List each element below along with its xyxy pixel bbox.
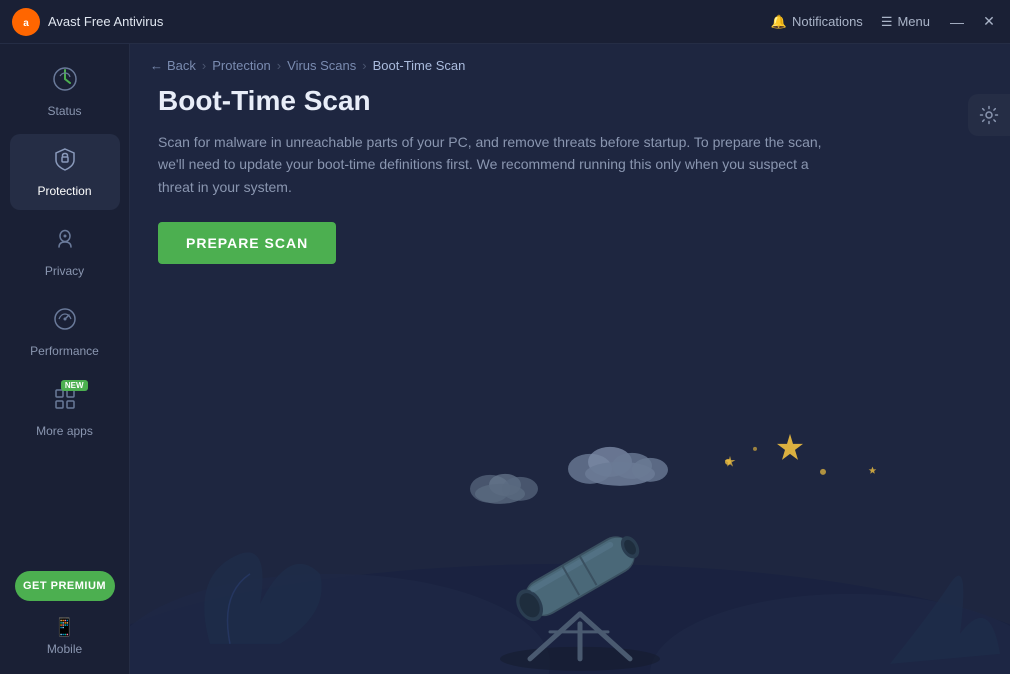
- titlebar: a Avast Free Antivirus 🔔 Notifications ☰…: [0, 0, 1010, 44]
- titlebar-right: 🔔 Notifications ☰ Menu — ✕: [771, 13, 998, 30]
- sidebar-item-performance[interactable]: Performance: [10, 294, 120, 370]
- sidebar-item-protection[interactable]: Protection: [10, 134, 120, 210]
- breadcrumb-protection[interactable]: Protection: [212, 58, 271, 73]
- close-button[interactable]: ✕: [980, 13, 998, 30]
- window-controls: — ✕: [948, 13, 998, 30]
- sidebar: Status Protection Privacy: [0, 44, 130, 674]
- content-area: ← Back › Protection › Virus Scans › Boot…: [130, 44, 1010, 674]
- settings-gear-button[interactable]: [968, 94, 1010, 136]
- sidebar-protection-label: Protection: [37, 184, 91, 198]
- sidebar-item-more-apps[interactable]: NEW More apps: [10, 374, 120, 450]
- bell-icon: 🔔: [771, 14, 787, 30]
- sidebar-status-label: Status: [47, 104, 81, 118]
- sidebar-more-apps-label: More apps: [36, 424, 93, 438]
- page-description: Scan for malware in unreachable parts of…: [158, 131, 838, 198]
- notifications-button[interactable]: 🔔 Notifications: [771, 14, 863, 30]
- get-premium-button[interactable]: GET PREMIUM: [15, 571, 115, 601]
- breadcrumb-sep-2: ›: [277, 58, 281, 73]
- breadcrumb-virus-scans[interactable]: Virus Scans: [287, 58, 356, 73]
- breadcrumb: ← Back › Protection › Virus Scans › Boot…: [130, 44, 1010, 81]
- page-title: Boot-Time Scan: [158, 85, 982, 117]
- main-content: Boot-Time Scan Scan for malware in unrea…: [130, 81, 1010, 274]
- prepare-scan-button[interactable]: PREPARE SCAN: [158, 222, 336, 264]
- mobile-icon: 📱: [53, 617, 75, 638]
- sidebar-privacy-label: Privacy: [45, 264, 84, 278]
- sidebar-item-status[interactable]: Status: [10, 54, 120, 130]
- sidebar-performance-label: Performance: [30, 344, 99, 358]
- sidebar-item-mobile[interactable]: 📱 Mobile: [39, 609, 90, 664]
- new-badge: NEW: [61, 380, 88, 391]
- privacy-icon: [52, 226, 78, 258]
- sidebar-item-privacy[interactable]: Privacy: [10, 214, 120, 290]
- breadcrumb-current: Boot-Time Scan: [373, 58, 466, 73]
- app-body: Status Protection Privacy: [0, 44, 1010, 674]
- menu-button[interactable]: ☰ Menu: [881, 14, 930, 30]
- status-icon: [52, 66, 78, 98]
- menu-icon: ☰: [881, 14, 893, 30]
- protection-icon: [52, 146, 78, 178]
- svg-text:a: a: [23, 18, 29, 29]
- app-logo: a Avast Free Antivirus: [12, 8, 163, 36]
- avast-icon: a: [12, 8, 40, 36]
- app-name: Avast Free Antivirus: [48, 14, 163, 29]
- minimize-button[interactable]: —: [948, 14, 966, 30]
- mobile-label: Mobile: [47, 642, 82, 656]
- breadcrumb-sep-3: ›: [362, 58, 366, 73]
- illustration: [130, 274, 1010, 674]
- back-button[interactable]: ← Back: [150, 58, 196, 73]
- back-arrow-icon: ←: [150, 58, 163, 73]
- more-apps-icon: NEW: [52, 386, 78, 418]
- performance-icon: [52, 306, 78, 338]
- breadcrumb-sep-1: ›: [202, 58, 206, 73]
